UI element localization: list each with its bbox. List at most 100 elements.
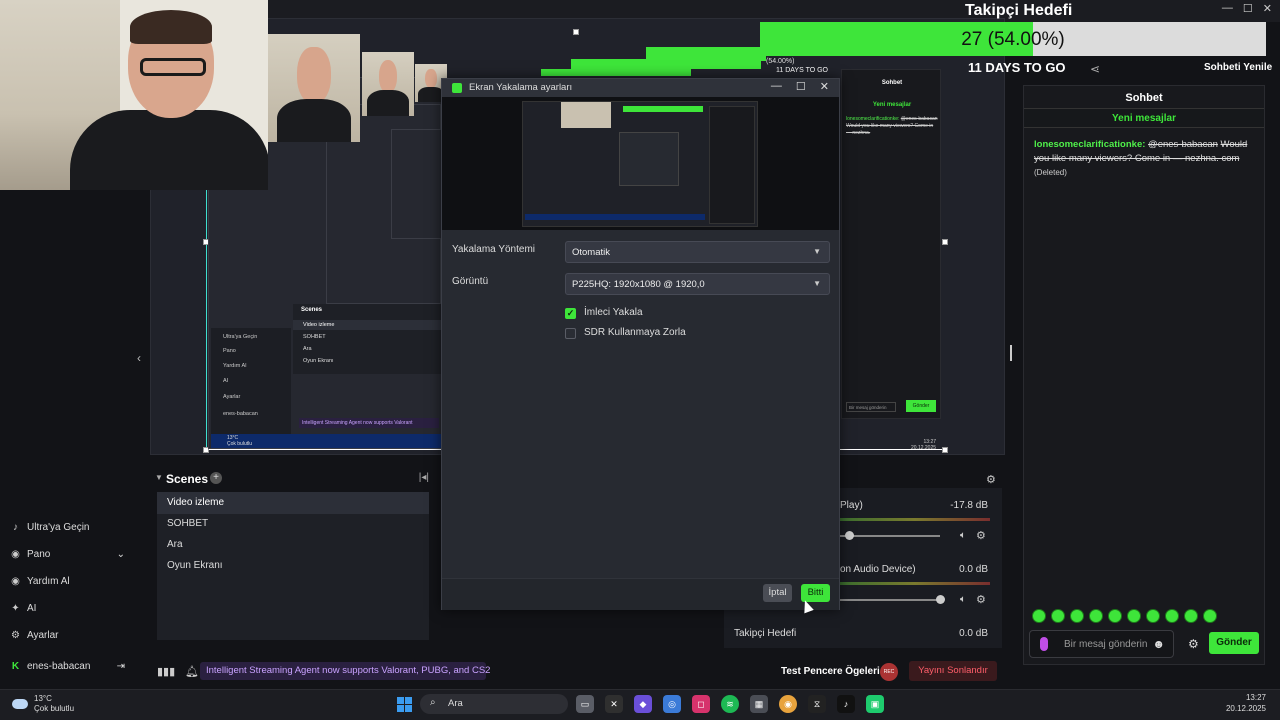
volume-slider[interactable]	[840, 599, 940, 601]
capcut-icon[interactable]: ⧖	[808, 695, 826, 713]
cancel-button[interactable]: İptal	[763, 584, 792, 602]
emoji-icon[interactable]: ☻	[1152, 637, 1165, 651]
window-controls: — ☐ ✕	[1222, 2, 1272, 15]
nav-item-ai[interactable]: ✦ AI	[10, 603, 36, 614]
emote-icon[interactable]	[1127, 609, 1141, 623]
mixer-settings-icon[interactable]: ⚙	[986, 473, 996, 486]
xbox-icon[interactable]: ✕	[605, 695, 623, 713]
copilot-icon[interactable]: ◎	[663, 695, 681, 713]
nested-clock: 13:27 20.12.2025	[911, 439, 936, 451]
capture-cursor-checkbox[interactable]: ✓	[565, 308, 576, 319]
emote-icon[interactable]	[1146, 609, 1160, 623]
scenes-header: ▼ Scenes + |◂|	[155, 470, 435, 488]
collapse-left-icon[interactable]: ‹	[137, 351, 141, 365]
spotify-icon[interactable]: ≋	[721, 695, 739, 713]
chat-refresh-label[interactable]: Sohbeti Yenile	[1204, 62, 1272, 73]
nested-scene: Oyun Ekranı	[303, 358, 334, 364]
chat-input[interactable]: Bir mesaj gönderin ☻	[1029, 630, 1174, 658]
speaker-icon[interactable]: 🔈︎	[960, 530, 966, 541]
file-explorer-icon[interactable]: ▭	[576, 695, 594, 713]
store-icon[interactable]: ▦	[750, 695, 768, 713]
emote-icon[interactable]	[1051, 609, 1065, 623]
nav-item-settings[interactable]: ⚙ Ayarlar	[10, 630, 58, 641]
emote-icon[interactable]	[1032, 609, 1046, 623]
splitter-handle[interactable]	[1010, 345, 1012, 361]
share-icon[interactable]: ⋖	[1090, 62, 1100, 76]
emote-icon[interactable]	[1184, 609, 1198, 623]
search-label: Ara	[448, 698, 463, 709]
volume-knob[interactable]	[845, 531, 854, 540]
ai-icon: ✦	[11, 603, 20, 614]
mic-icon[interactable]	[1040, 637, 1048, 651]
nested-announcement: Intelligent Streaming Agent now supports…	[299, 418, 439, 428]
test-window-label[interactable]: Test Pencere Ögeleri	[781, 666, 880, 677]
taskbar-search[interactable]: ⌕ Ara	[420, 694, 568, 714]
nested-left-nav: Ultra'ya Geçin Pano Yardım Al AI Ayarlar…	[211, 328, 291, 448]
audio-settings-icon[interactable]: ⚙	[976, 593, 986, 606]
force-sdr-label: SDR Kullanmaya Zorla	[584, 327, 686, 338]
chat-message-user[interactable]: lonesomeclarificationke:	[1034, 139, 1145, 150]
display-select[interactable]: P225HQ: 1920x1080 @ 1920,0 ▼	[565, 273, 830, 295]
audio-settings-icon[interactable]: ⚙	[976, 529, 986, 542]
nav-item-dashboard[interactable]: ◉ Pano ⌄	[10, 549, 125, 560]
collapse-nav-icon[interactable]: ⇥	[117, 661, 125, 672]
capture-method-value: Otomatik	[572, 247, 611, 258]
weather-widget[interactable]: 13°C Çok bulutlu	[12, 694, 74, 714]
nested-chat-message: lonesomeclarificationke: @enes-babacan W…	[846, 116, 938, 137]
notification-icon[interactable]: 🔔︎	[185, 665, 199, 678]
capture-method-select[interactable]: Otomatik ▼	[565, 241, 830, 263]
chat-settings-icon[interactable]: ⚙	[1188, 637, 1199, 651]
nested-chat-input: Bir mesaj gönderin	[846, 402, 896, 412]
start-button[interactable]	[397, 697, 412, 712]
send-button[interactable]: Gönder	[1209, 632, 1259, 654]
dashboard-icon: ◉	[11, 549, 20, 560]
emote-icon[interactable]	[1089, 609, 1103, 623]
emote-icon[interactable]	[1070, 609, 1084, 623]
nested-nav-item: Yardım Al	[223, 363, 247, 369]
dock-toggle-icon[interactable]: |◂|	[419, 472, 429, 483]
close-icon[interactable]: ✕	[820, 80, 829, 93]
capture-preview-image	[522, 101, 758, 227]
resize-handle[interactable]	[573, 29, 579, 35]
dropdown-arrow-icon: ▼	[813, 247, 821, 256]
nav-user[interactable]: K enes-babacan ⇥	[10, 661, 125, 672]
scene-item[interactable]: Oyun Ekranı	[157, 555, 429, 577]
maximize-icon[interactable]: ☐	[796, 80, 806, 93]
emote-icon[interactable]	[1108, 609, 1122, 623]
scene-item[interactable]: Video izleme	[157, 492, 429, 514]
announcement-banner[interactable]: Intelligent Streaming Agent now supports…	[200, 662, 490, 680]
nested-weather-desc: Çok bulutlu	[227, 441, 253, 447]
maximize-icon[interactable]: ☐	[1243, 2, 1253, 15]
stats-icon[interactable]: ▮▮▮	[157, 665, 175, 678]
volume-slider[interactable]	[840, 535, 940, 537]
nested-taskbar: 13°C Çok bulutlu	[211, 434, 443, 448]
taskbar-clock[interactable]: 13:27 20.12.2025	[1226, 692, 1266, 714]
minimize-icon[interactable]: —	[771, 80, 782, 93]
emote-icon[interactable]	[1203, 609, 1217, 623]
m365-icon[interactable]: ◆	[634, 695, 652, 713]
close-icon[interactable]: ✕	[1263, 2, 1272, 15]
rec-indicator[interactable]: REC	[880, 663, 898, 681]
resize-handle[interactable]	[942, 239, 948, 245]
nav-item-ultra[interactable]: ♪ Ultra'ya Geçin	[10, 522, 90, 533]
emote-icon[interactable]	[1165, 609, 1179, 623]
add-scene-icon[interactable]: +	[210, 472, 222, 484]
collapse-caret-icon[interactable]: ▼	[155, 473, 163, 482]
force-sdr-checkbox[interactable]	[565, 328, 576, 339]
nested-scene: Video izleme	[293, 320, 443, 330]
end-stream-button[interactable]: Yayını Sonlandır	[909, 661, 997, 681]
tiktok-icon[interactable]: ♪	[837, 695, 855, 713]
scene-item[interactable]: SOHBET	[157, 513, 429, 535]
nav-item-help[interactable]: ◉ Yardım Al	[10, 576, 69, 587]
scene-item[interactable]: Ara	[157, 534, 429, 556]
chevron-down-icon[interactable]: ⌄	[117, 549, 125, 560]
resize-handle[interactable]	[942, 447, 948, 453]
speaker-icon[interactable]: 🔈︎	[960, 594, 966, 605]
volume-knob[interactable]	[936, 595, 945, 604]
instagram-icon[interactable]: ◻	[692, 695, 710, 713]
scenes-title: Scenes	[166, 472, 209, 486]
chrome-icon[interactable]: ◉	[779, 695, 797, 713]
audio-db: 0.0 dB	[959, 564, 988, 575]
minimize-icon[interactable]: —	[1222, 2, 1233, 15]
streaming-app-icon[interactable]: ▣	[866, 695, 884, 713]
